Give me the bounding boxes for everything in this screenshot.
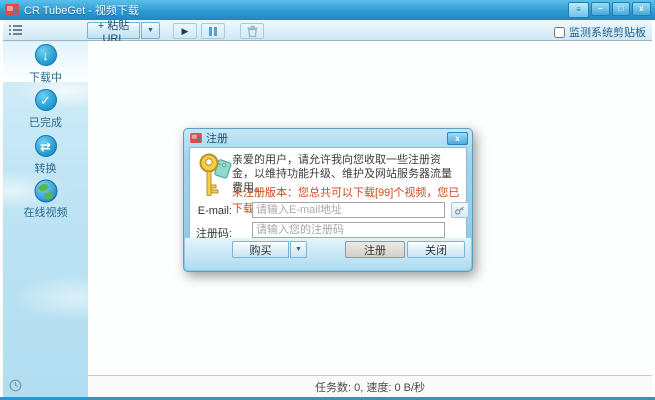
sidebar-item-convert[interactable]: ⇄ 转换 [3,133,88,173]
task-list-icon[interactable] [9,24,22,37]
app-icon [5,4,19,16]
convert-icon: ⇄ [35,135,57,157]
dialog-close-action-button[interactable]: 关闭 [407,241,465,258]
small-key-icon [454,204,466,216]
email-label: E-mail: [190,205,232,217]
monitor-clipboard-checkbox-input[interactable] [554,27,565,38]
dialog-titlebar: 注册 [184,129,472,147]
registration-key-icon [198,152,232,200]
clock-icon [9,379,22,392]
globe-icon [34,179,58,203]
sidebar: ↓ 下载中 ✓ 已完成 ⇄ 转换 在线视频 [3,41,88,397]
maximize-button[interactable]: □ [612,2,630,16]
play-icon: ▶ [182,26,189,37]
buy-dropdown-icon[interactable]: ▼ [290,241,307,258]
delete-task-button[interactable] [240,23,264,39]
register-code-field[interactable] [252,222,445,238]
sidebar-item-label: 转换 [3,160,88,176]
sidebar-item-label: 下载中 [3,69,88,85]
pause-download-button[interactable] [201,23,225,39]
sidebar-item-label: 在线视频 [3,204,88,220]
sidebar-item-label: 已完成 [3,114,88,130]
email-field[interactable] [252,202,445,218]
download-icon: ↓ [35,44,57,66]
status-text: 任务数: 0, 速度: 0 B/秒 [315,379,425,395]
statusbar: 任务数: 0, 速度: 0 B/秒 [88,375,652,397]
register-button[interactable]: 注册 [345,241,405,258]
dialog-title: 注册 [206,130,228,146]
pause-icon [209,27,212,36]
paste-url-button[interactable]: + 粘贴URL [87,22,140,39]
monitor-clipboard-label: 监测系统剪贴板 [569,24,646,40]
key-lookup-button[interactable] [451,202,469,218]
paste-url-dropdown-icon[interactable]: ▼ [141,22,160,39]
dialog-close-button[interactable]: x [447,132,468,145]
dialog-app-icon [190,133,202,143]
toolbar: + 粘贴URL ▼ ▶ 监测系统剪贴板 [3,20,652,41]
sidebar-item-completed[interactable]: ✓ 已完成 [3,87,88,127]
buy-button[interactable]: 购买 [232,241,289,258]
check-icon: ✓ [35,89,57,111]
window-controls: ≡ – □ x [568,2,651,18]
minimize-button[interactable]: – [591,2,610,16]
start-download-button[interactable]: ▶ [173,23,197,39]
trash-icon [247,25,258,37]
dialog-body: 亲爱的用户，请允许我向您收取一些注册资金，以维持功能升级、维护及网站服务器流量费… [189,147,467,239]
monitor-clipboard-checkbox[interactable]: 监测系统剪贴板 [554,24,646,40]
window-menu-icon[interactable]: ≡ [568,2,589,18]
app-window: CR TubeGet - 视频下载 ≡ – □ x + 粘贴URL ▼ ▶ [0,0,655,400]
close-button[interactable]: x [632,2,651,16]
dialog-button-strip: 购买 ▼ 注册 关闭 [185,238,471,270]
sidebar-item-downloading[interactable]: ↓ 下载中 [3,42,88,82]
sidebar-item-online-video[interactable]: 在线视频 [3,177,88,221]
register-dialog: 注册 x 亲爱的用户，请允许我向您收取一些注册资金，以维持功能升级、维护及网站服… [183,128,473,272]
